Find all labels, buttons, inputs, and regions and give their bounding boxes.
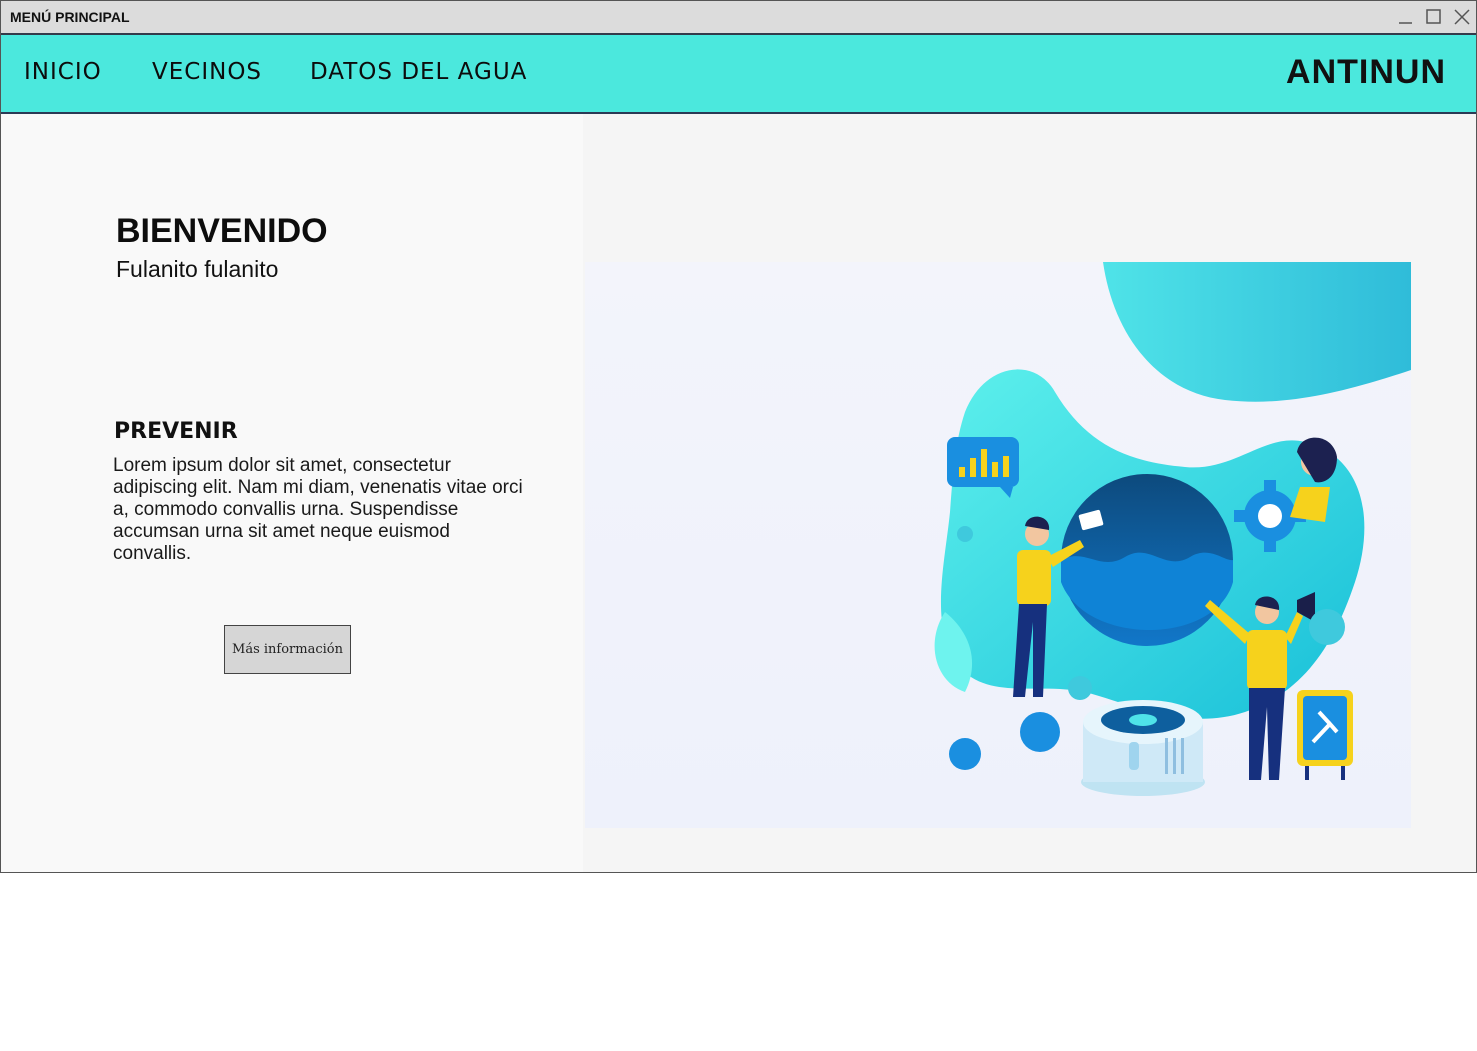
nav-item-inicio[interactable]: INICIO bbox=[24, 59, 102, 85]
top-wave-shape bbox=[1103, 262, 1411, 402]
title-bar: MENÚ PRINCIPAL bbox=[1, 1, 1476, 35]
section-title: PREVENIR bbox=[114, 419, 238, 444]
nav-item-datos-del-agua[interactable]: DATOS DEL AGUA bbox=[310, 59, 527, 85]
welcome-panel: BIENVENIDO Fulanito fulanito PREVENIR Lo… bbox=[1, 114, 583, 872]
brand-logo: ANTINUN bbox=[1286, 53, 1446, 91]
minimize-icon[interactable] bbox=[1396, 7, 1416, 27]
maximize-icon[interactable] bbox=[1424, 7, 1444, 27]
nav-item-vecinos[interactable]: VECINOS bbox=[152, 59, 262, 85]
water-team-illustration bbox=[934, 262, 1411, 796]
more-info-button[interactable]: Más información bbox=[224, 625, 351, 674]
water-sensor-device bbox=[1081, 700, 1205, 796]
main-window: MENÚ PRINCIPAL INICIO VECINOS DATOS DEL … bbox=[0, 0, 1477, 873]
window-controls bbox=[1396, 7, 1472, 27]
close-icon[interactable] bbox=[1452, 7, 1472, 27]
illustration-card bbox=[585, 262, 1411, 828]
sign-board-icon bbox=[1297, 690, 1353, 780]
illustration-panel bbox=[583, 114, 1476, 872]
window-title: MENÚ PRINCIPAL bbox=[10, 9, 130, 25]
top-nav: INICIO VECINOS DATOS DEL AGUA ANTINUN bbox=[1, 35, 1476, 114]
user-name: Fulanito fulanito bbox=[116, 256, 279, 282]
welcome-title: BIENVENIDO bbox=[116, 212, 328, 250]
section-body: Lorem ipsum dolor sit amet, consectetur … bbox=[113, 455, 523, 564]
